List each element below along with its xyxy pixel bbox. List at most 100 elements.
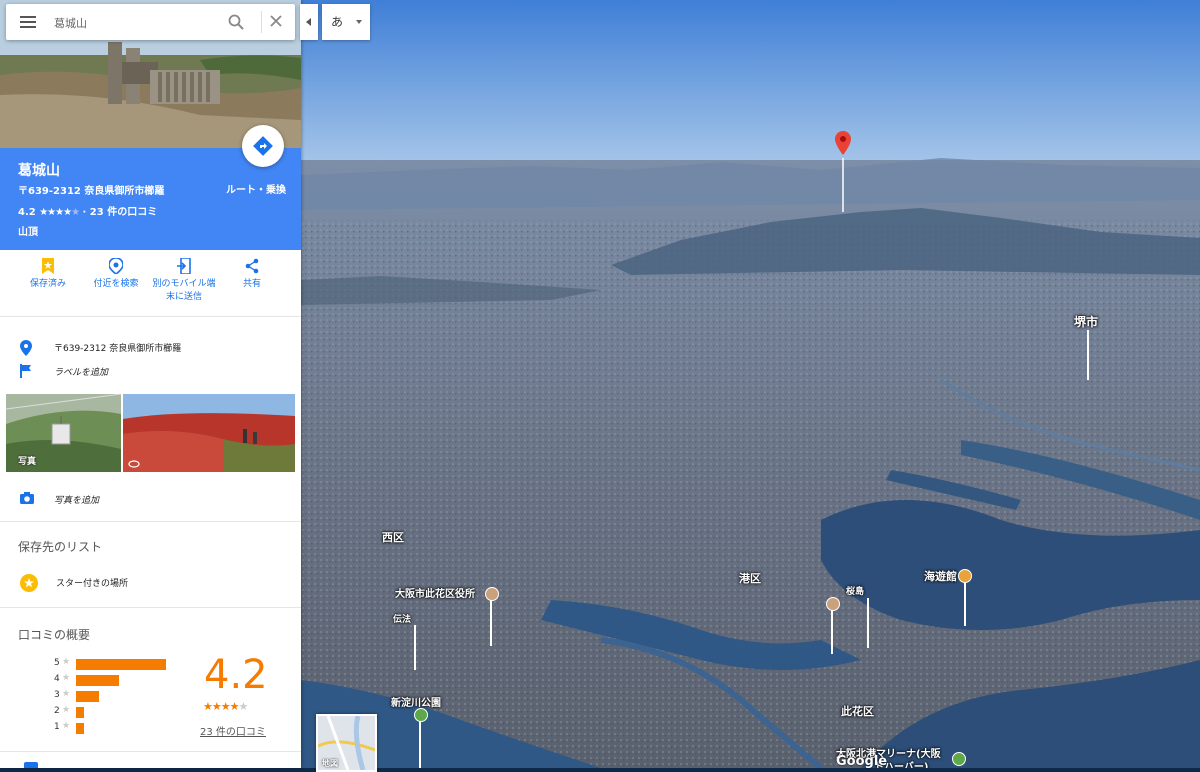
panorama-360-icon — [128, 460, 140, 468]
star-icon: ★ — [62, 689, 71, 699]
add-photo-text: 写真を追加 — [54, 496, 100, 506]
nearby-label: 付近を検索 — [93, 279, 139, 289]
map-label-sakura[interactable]: 桜島 — [846, 584, 864, 597]
poi-stem — [414, 625, 416, 670]
rating-bar — [76, 707, 84, 718]
place-panel: 葛城山 〒639-2312 奈良県御所市櫛羅 4.2 ★★★★★ · 23 件の… — [0, 0, 301, 768]
add-photo-row[interactable]: 写真を追加 — [0, 489, 301, 511]
poi-stem — [831, 610, 833, 654]
review-summary-title: 口コミの概要 — [18, 628, 91, 642]
place-marker-icon[interactable] — [835, 131, 851, 161]
rating-bar — [76, 723, 84, 734]
save-label: 保存済み — [29, 279, 66, 289]
google-logo: Google — [836, 754, 888, 769]
map-label-konohana[interactable]: 此花区 — [841, 703, 874, 719]
poi-stem — [490, 600, 492, 646]
bookmark-icon — [42, 258, 54, 274]
address-row[interactable]: 〒639-2312 奈良県御所市櫛羅 — [0, 337, 301, 359]
search-nearby-button[interactable]: 付近を検索 — [81, 258, 151, 291]
place-category[interactable]: 山頂 — [18, 223, 38, 238]
ime-label: あ — [331, 15, 344, 29]
azalea-photo — [123, 394, 295, 472]
place-address: 〒639-2312 奈良県御所市櫛羅 — [18, 186, 165, 197]
aerial-imagery — [301, 0, 1200, 768]
action-bar: 保存済み 付近を検索 別のモバイル端末に送信 共有 — [0, 250, 301, 317]
chevron-down-icon — [356, 20, 362, 24]
write-review-icon[interactable] — [24, 762, 38, 768]
share-label: 共有 — [242, 279, 261, 289]
add-label-row[interactable]: ラベルを追加 — [0, 361, 301, 383]
directions-button[interactable] — [242, 125, 284, 167]
send-to-device-icon — [177, 258, 191, 274]
add-label-text: ラベルを追加 — [54, 368, 109, 378]
map-label-densho[interactable]: 伝法 — [393, 612, 411, 625]
send-to-device-button[interactable]: 別のモバイル端末に送信 — [149, 258, 219, 304]
attraction-poi-icon[interactable] — [958, 569, 972, 583]
rating-bar-star-number: 1 — [54, 722, 60, 732]
rating-bar — [76, 659, 166, 670]
camera-icon — [20, 492, 34, 504]
search-box — [6, 4, 295, 40]
save-button[interactable]: 保存済み — [13, 258, 83, 291]
share-icon — [245, 258, 259, 274]
minimap-label: 地図 — [322, 759, 338, 768]
map-label-shinyodogawa[interactable]: 新淀川公園 — [391, 694, 441, 709]
map-type-toggle[interactable]: 地図 — [316, 714, 377, 772]
search-separator — [261, 11, 262, 33]
map-view[interactable]: 堺市 西区 港区 海遊館 大阪市此花区役所 伝法 桜島 此花区 新淀川公園 大阪… — [301, 0, 1200, 768]
marina-poi-icon[interactable] — [952, 752, 966, 766]
rating-stars: ★★★★★ — [39, 207, 80, 218]
starred-list-label: スター付きの場所 — [56, 579, 129, 589]
send-label: 別のモバイル端末に送信 — [152, 279, 216, 302]
review-stars: ★★★★★ — [203, 700, 248, 713]
map-label-kaiyukan[interactable]: 海遊館 — [924, 568, 957, 584]
star-icon: ★ — [62, 673, 71, 683]
share-button[interactable]: 共有 — [217, 258, 287, 291]
saved-lists-title: 保存先のリスト — [18, 540, 103, 554]
all-reviews-link[interactable]: 23 件の口コミ — [200, 723, 266, 738]
rating-bar-star-number: 2 — [54, 706, 60, 716]
rating-value: 4.2 — [18, 207, 36, 218]
photo-360-thumbnail[interactable] — [123, 394, 295, 472]
place-title: 葛城山 — [18, 163, 60, 179]
rating-summary[interactable]: 4.2 ★★★★★ · 23 件の口コミ — [18, 203, 157, 218]
review-score: 4.2 — [204, 652, 268, 698]
chevron-left-icon — [306, 18, 311, 26]
star-icon: ★ — [62, 705, 71, 715]
divider — [0, 751, 301, 752]
map-label-nishi[interactable]: 西区 — [382, 529, 404, 545]
government-poi-icon[interactable] — [485, 587, 499, 601]
rating-bar-star-number: 3 — [54, 690, 60, 700]
rating-bar — [76, 675, 119, 686]
nearby-icon — [109, 258, 123, 274]
search-input[interactable] — [52, 12, 221, 34]
close-icon[interactable] — [269, 14, 283, 28]
rating-bar-star-number: 4 — [54, 674, 60, 684]
menu-icon[interactable] — [20, 15, 36, 29]
map-label-sakai[interactable]: 堺市 — [1074, 313, 1098, 330]
directions-icon — [253, 136, 273, 156]
review-count[interactable]: 23 件の口コミ — [90, 207, 157, 218]
map-label-minato[interactable]: 港区 — [739, 570, 761, 586]
star-icon: ★ — [62, 721, 71, 731]
poi-stem — [1087, 330, 1089, 380]
map-label-konohana-office[interactable]: 大阪市此花区役所 — [395, 585, 475, 600]
search-icon[interactable] — [228, 14, 244, 30]
collapse-panel-button[interactable] — [300, 4, 318, 40]
input-tools-button[interactable]: あ — [322, 4, 370, 40]
divider — [0, 607, 301, 608]
divider — [0, 521, 301, 522]
photo-thumbnail[interactable]: 写真 — [6, 394, 121, 472]
star-icon: ★ — [62, 657, 71, 667]
poi-stem — [867, 598, 869, 648]
address-text: 〒639-2312 奈良県御所市櫛羅 — [54, 344, 182, 354]
starred-list-row[interactable]: スター付きの場所 — [0, 570, 301, 592]
poi-stem — [964, 582, 966, 626]
flag-icon — [20, 364, 31, 378]
location-pin-icon — [20, 340, 32, 356]
directions-label[interactable]: ルート・乗換 — [226, 181, 286, 196]
photo-caption: 写真 — [18, 457, 37, 467]
park-poi-icon[interactable] — [414, 708, 428, 722]
poi-icon[interactable] — [826, 597, 840, 611]
poi-stem — [419, 721, 421, 768]
